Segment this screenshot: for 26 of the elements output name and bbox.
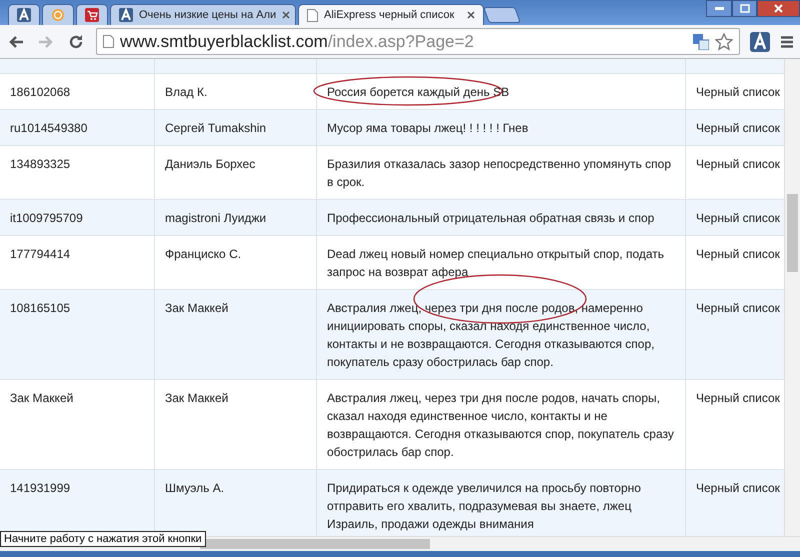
table-cell: Dead лжец новый номер специально открытый спор, подать запрос на возврат афера bbox=[317, 236, 686, 289]
table-cell: Профессиональный отрицательная обратная связь и спор bbox=[317, 200, 686, 235]
table-cell: 186102068 bbox=[0, 74, 155, 109]
table-cell: Бразилия отказалась зазор непосредственно упомянуть спор в срок. bbox=[317, 146, 686, 199]
table-cell: 134893325 bbox=[0, 146, 155, 199]
table-cell: Влад К. bbox=[155, 74, 317, 109]
url-host: www.smtbuyerblacklist.com bbox=[120, 32, 328, 52]
browser-tab[interactable]: AliExpress черный список bbox=[298, 4, 484, 25]
tooltip: Начните работу с нажатия этой кнопки bbox=[0, 531, 206, 547]
table-cell: Зак Маккей bbox=[155, 290, 317, 379]
table-cell: Сергей Tumakshin bbox=[155, 110, 317, 145]
browser-tab[interactable]: Очень низкие цены на Али bbox=[110, 4, 296, 25]
table-cell: Австралия лжец, через три дня после родов, начать споры, сказал находя единственное число, контакты и не возвращаются. Сегодня отказываются спор, покупатель сразу обострилась бар спор. bbox=[317, 380, 686, 469]
table-cell: 177794414 bbox=[0, 236, 155, 289]
table-cell: 108165105 bbox=[0, 290, 155, 379]
table-cell: Зак Маккей bbox=[155, 380, 317, 469]
address-field[interactable]: www.smtbuyerblacklist.com/index.asp?Page=2 bbox=[96, 28, 740, 55]
table-cell: Зак Маккей bbox=[0, 380, 155, 469]
table-cell: it1009795709 bbox=[0, 200, 155, 235]
table-cell: magistroni Луиджи bbox=[155, 200, 317, 235]
table-cell: Австралия лжец, через три дня после родов, намеренно инициировать споры, сказал находя единственное число, контакты и не возвращаются. Сегодня отказываются спор, покупатель сразу обострилась бар спор. bbox=[317, 290, 686, 379]
table-cell: Франциско С. bbox=[155, 236, 317, 289]
url-path: /index.asp?Page=2 bbox=[328, 32, 474, 52]
table-cell: Мусор яма товары лжец! ! ! ! ! ! Гнев bbox=[317, 110, 686, 145]
table-cell: Даниэль Борхес bbox=[155, 146, 317, 199]
table-cell: ru1014549380 bbox=[0, 110, 155, 145]
